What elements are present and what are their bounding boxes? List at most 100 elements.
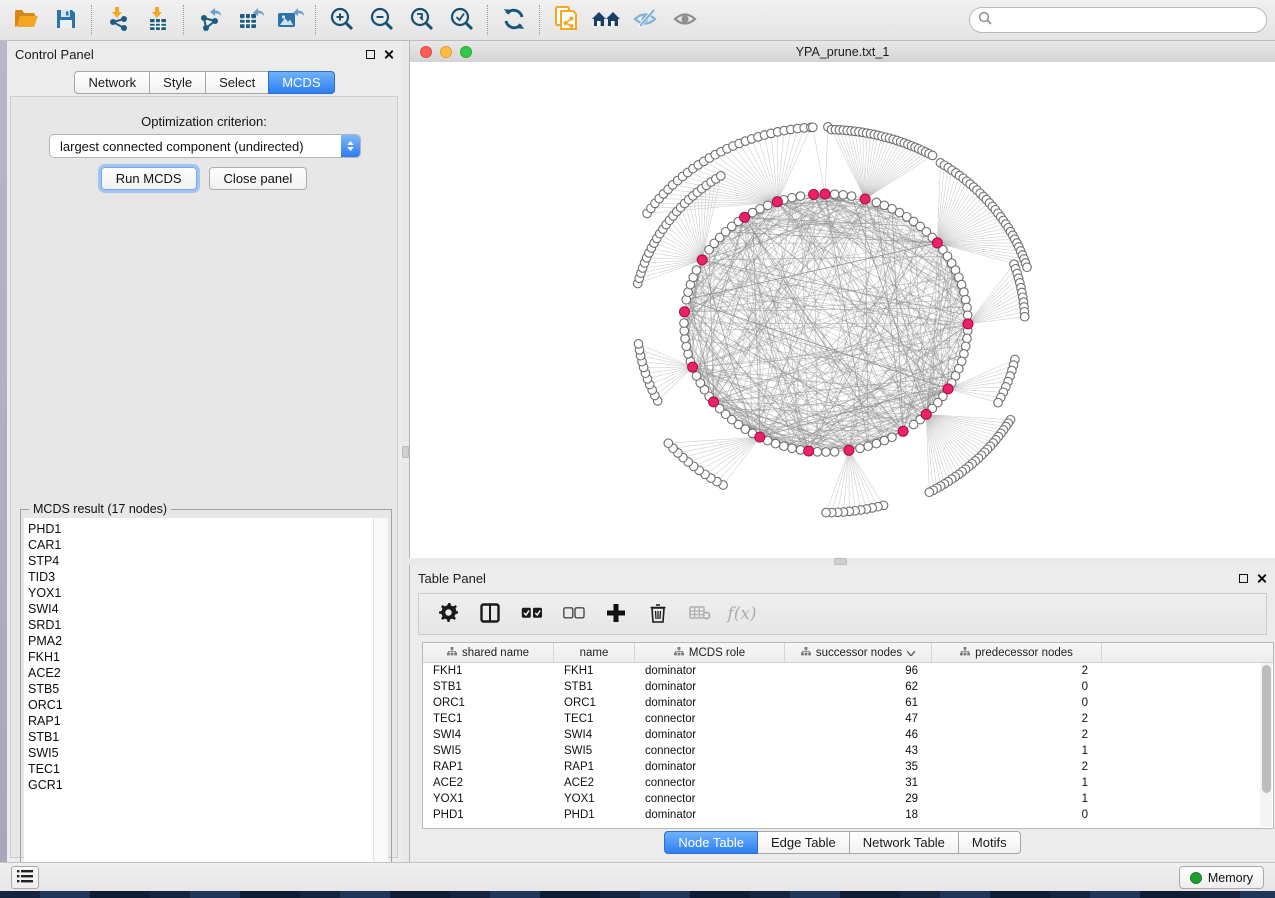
table-row[interactable]: RAP1RAP1dominator352 xyxy=(423,759,1273,775)
node-table[interactable]: shared namenameMCDS rolesuccessor nodesp… xyxy=(422,642,1274,829)
open-file-button[interactable] xyxy=(6,3,46,37)
cell-successor_nodes[interactable]: 35 xyxy=(785,759,932,775)
cell-predecessor_nodes[interactable]: 2 xyxy=(932,727,1102,743)
table-row[interactable]: SWI5SWI5connector431 xyxy=(423,743,1273,759)
cell-name[interactable]: PHD1 xyxy=(554,807,635,823)
cell-name[interactable]: SWI5 xyxy=(554,743,635,759)
cell-name[interactable]: ORC1 xyxy=(554,695,635,711)
cell-successor_nodes[interactable]: 47 xyxy=(785,711,932,727)
float-panel-icon[interactable] xyxy=(1239,574,1248,583)
mcds-result-item[interactable]: STB1 xyxy=(28,729,372,745)
mcds-list-scrollbar[interactable] xyxy=(373,518,388,877)
delete-table-button[interactable] xyxy=(685,599,715,629)
zoom-in-button[interactable] xyxy=(322,3,362,37)
tab-network-table[interactable]: Network Table xyxy=(849,831,959,854)
table-scrollbar-thumb[interactable] xyxy=(1262,665,1271,793)
graph-node[interactable] xyxy=(809,123,818,132)
table-row[interactable]: ORC1ORC1dominator610 xyxy=(423,695,1273,711)
mcds-result-item[interactable]: STP4 xyxy=(28,553,372,569)
cell-successor_nodes[interactable]: 31 xyxy=(785,775,932,791)
cell-mcds_role[interactable]: connector xyxy=(635,711,785,727)
add-column-button[interactable] xyxy=(601,599,631,629)
cell-shared_name[interactable]: FKH1 xyxy=(423,663,554,679)
graph-node[interactable] xyxy=(856,444,865,453)
cell-mcds_role[interactable]: connector xyxy=(635,791,785,807)
table-row[interactable]: YOX1YOX1connector291 xyxy=(423,791,1273,807)
cell-shared_name[interactable]: TEC1 xyxy=(423,711,554,727)
graph-node[interactable] xyxy=(880,436,889,445)
cell-shared_name[interactable]: SWI4 xyxy=(423,727,554,743)
network-window-titlebar[interactable]: YPA_prune.txt_1 xyxy=(410,41,1275,63)
graph-node[interactable] xyxy=(925,488,934,497)
cell-predecessor_nodes[interactable]: 0 xyxy=(932,679,1102,695)
export-web-page-button[interactable] xyxy=(546,3,586,37)
mcds-result-item[interactable]: ORC1 xyxy=(28,697,372,713)
cell-shared_name[interactable]: YOX1 xyxy=(423,791,554,807)
tab-motifs[interactable]: Motifs xyxy=(958,831,1021,854)
graph-mcds-node[interactable] xyxy=(943,384,953,394)
tab-mcds[interactable]: MCDS xyxy=(268,71,334,94)
horizontal-splitter[interactable] xyxy=(409,558,1275,565)
export-network-button[interactable] xyxy=(190,3,230,37)
graph-node[interactable] xyxy=(796,192,805,201)
cell-predecessor_nodes[interactable]: 1 xyxy=(932,791,1102,807)
graph-node[interactable] xyxy=(788,444,797,453)
mcds-result-item[interactable]: GCR1 xyxy=(28,777,372,793)
graph-node[interactable] xyxy=(813,448,822,457)
graph-node[interactable] xyxy=(682,342,691,351)
mcds-result-item[interactable]: SWI5 xyxy=(28,745,372,761)
graph-node[interactable] xyxy=(717,172,726,181)
cell-mcds_role[interactable]: connector xyxy=(635,775,785,791)
graph-mcds-node[interactable] xyxy=(740,212,750,222)
search-input[interactable] xyxy=(997,12,1266,28)
mcds-result-item[interactable]: FKH1 xyxy=(28,649,372,665)
graph-node[interactable] xyxy=(780,442,789,451)
mcds-result-item[interactable]: CAR1 xyxy=(28,537,372,553)
tab-select[interactable]: Select xyxy=(205,71,269,94)
graph-mcds-node[interactable] xyxy=(932,238,942,248)
graph-mcds-node[interactable] xyxy=(697,255,707,265)
cell-shared_name[interactable]: RAP1 xyxy=(423,759,554,775)
mcds-result-list[interactable]: PHD1CAR1STP4TID3YOX1SWI4SRD1PMA2FKH1ACE2… xyxy=(24,518,388,877)
export-table-button[interactable] xyxy=(230,3,270,37)
graph-node[interactable] xyxy=(692,266,701,275)
graph-mcds-node[interactable] xyxy=(820,189,830,199)
mcds-result-item[interactable]: TEC1 xyxy=(28,761,372,777)
table-row[interactable]: FKH1FKH1dominator962 xyxy=(423,663,1273,679)
import-table-button[interactable] xyxy=(138,3,178,37)
graph-node[interactable] xyxy=(961,295,970,304)
mcds-result-item[interactable]: YOX1 xyxy=(28,585,372,601)
run-mcds-button[interactable]: Run MCDS xyxy=(101,167,197,190)
cell-successor_nodes[interactable]: 62 xyxy=(785,679,932,695)
cell-mcds_role[interactable]: dominator xyxy=(635,807,785,823)
graph-node[interactable] xyxy=(839,191,848,200)
graph-node[interactable] xyxy=(634,340,643,349)
mcds-result-item[interactable]: RAP1 xyxy=(28,713,372,729)
cell-predecessor_nodes[interactable]: 2 xyxy=(932,759,1102,775)
cell-shared_name[interactable]: SWI5 xyxy=(423,743,554,759)
cell-predecessor_nodes[interactable]: 2 xyxy=(932,663,1102,679)
table-row[interactable]: TEC1TEC1connector472 xyxy=(423,711,1273,727)
cell-predecessor_nodes[interactable]: 1 xyxy=(932,743,1102,759)
cell-shared_name[interactable]: PHD1 xyxy=(423,807,554,823)
save-session-button[interactable] xyxy=(46,3,86,37)
column-header-predecessor-nodes[interactable]: predecessor nodes xyxy=(932,643,1102,662)
cell-mcds_role[interactable]: dominator xyxy=(635,759,785,775)
cell-shared_name[interactable]: ACE2 xyxy=(423,775,554,791)
table-row[interactable]: PHD1PHD1dominator180 xyxy=(423,807,1273,823)
cell-successor_nodes[interactable]: 29 xyxy=(785,791,932,807)
select-all-button[interactable] xyxy=(517,599,547,629)
mcds-result-item[interactable]: PHD1 xyxy=(28,521,372,537)
column-header-name[interactable]: name xyxy=(554,643,635,662)
table-row[interactable]: SWI4SWI4dominator462 xyxy=(423,727,1273,743)
graph-node[interactable] xyxy=(963,311,972,320)
graph-node[interactable] xyxy=(771,439,780,448)
cell-successor_nodes[interactable]: 46 xyxy=(785,727,932,743)
status-menu-button[interactable] xyxy=(11,866,39,889)
cell-mcds_role[interactable]: connector xyxy=(635,743,785,759)
deselect-all-button[interactable] xyxy=(559,599,589,629)
cell-predecessor_nodes[interactable]: 0 xyxy=(932,807,1102,823)
mcds-result-item[interactable]: SRD1 xyxy=(28,617,372,633)
network-canvas[interactable] xyxy=(410,62,1275,558)
cell-name[interactable]: YOX1 xyxy=(554,791,635,807)
